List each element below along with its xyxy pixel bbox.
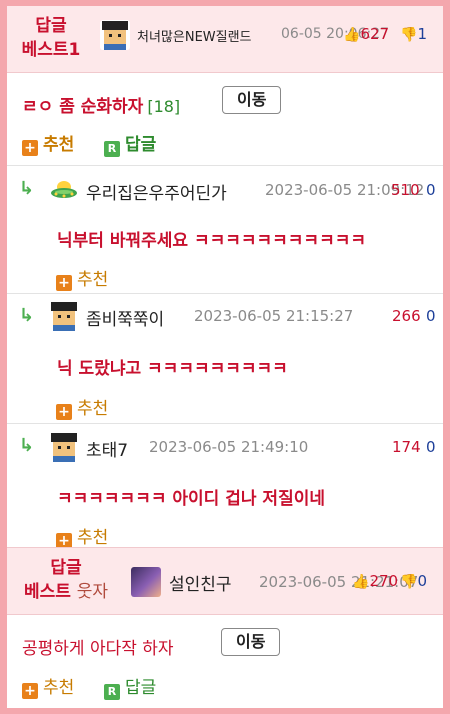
upvote-count[interactable]: 510 — [391, 181, 420, 199]
reply-arrow-icon: ↳ — [19, 435, 35, 456]
upvote-count[interactable]: 266 — [392, 307, 421, 325]
plus-icon: + — [56, 275, 72, 291]
best-comment-header: 답글 베스트1 처녀많은NEW질랜드 06-05 20:06:27 👍627 👎… — [7, 6, 443, 73]
reply-label: 답글 — [125, 135, 157, 155]
best-label-line1: 답글 — [35, 16, 67, 36]
reply-comment: ↳ 우리집은우주어딘가 2023-06-05 21:09:12 510 0 닉부… — [7, 165, 443, 293]
comment-title-text: ㄹㅇ 좀 순화하자 — [22, 97, 144, 117]
best-reply-badge: 답글 베스트1 — [13, 14, 89, 62]
comment-text: ㅋㅋㅋㅋㅋㅋㅋ 아이디 겁나 저질이네 — [57, 489, 325, 509]
comment-panel: 답글 베스트1 처녀많은NEW질랜드 06-05 20:06:27 👍627 👎… — [7, 6, 443, 708]
reply-count: [18] — [147, 97, 181, 116]
thumb-up-icon: 👍 — [343, 27, 361, 43]
best-label-line2: 베스트1 — [21, 40, 81, 60]
upvote-button[interactable]: 👍270 — [352, 572, 398, 590]
downvote-count: 1 — [417, 25, 427, 43]
best-label-line2: 베스트 — [23, 582, 71, 602]
plus-icon: + — [22, 140, 38, 156]
comment-title[interactable]: 공평하게 아다작 하자 — [22, 634, 174, 659]
move-button[interactable]: 이동 — [221, 628, 281, 656]
thumb-down-icon: 👎 — [400, 27, 418, 43]
downvote-button[interactable]: 👎1 — [400, 25, 427, 43]
recommend-button[interactable]: + 추천 — [56, 394, 108, 420]
best-label-line1: 답글 — [50, 558, 82, 578]
comment-title[interactable]: ㄹㅇ 좀 순화하자 [18] — [22, 92, 180, 117]
move-button[interactable]: 이동 — [222, 86, 282, 114]
category-label: 웃자 — [76, 582, 109, 602]
author-nickname[interactable]: 우리집은우주어딘가 — [86, 179, 227, 204]
plus-icon: + — [22, 683, 38, 699]
recommend-button[interactable]: + 추천 — [22, 673, 74, 699]
reply-button[interactable]: R 답글 — [104, 130, 156, 157]
comment-date: 2023-06-05 21:15:27 — [194, 307, 354, 325]
comment-text: 닉부터 바꿔주세요 ㅋㅋㅋㅋㅋㅋㅋㅋㅋㅋㅋ — [57, 231, 366, 251]
recommend-label: 추천 — [77, 270, 109, 290]
upvote-button[interactable]: 👍627 — [343, 25, 389, 43]
author-nickname[interactable]: 초태7 — [86, 436, 128, 461]
best-comment-title-row: ㄹㅇ 좀 순화하자 [18] 이동 — [7, 80, 443, 134]
recommend-label: 추천 — [43, 678, 75, 698]
downvote-count[interactable]: 0 — [426, 307, 436, 325]
reply-label: 답글 — [125, 678, 157, 698]
thumb-up-icon: 👍 — [352, 574, 370, 590]
reply-comment: ↳ 좀비쭉쭉이 2023-06-05 21:15:27 266 0 닉 도랐냐고… — [7, 293, 443, 423]
downvote-count[interactable]: 0 — [426, 181, 436, 199]
upvote-count: 627 — [360, 25, 390, 43]
author-nickname[interactable]: 처녀많은NEW질랜드 — [137, 26, 252, 45]
thumb-down-icon: 👎 — [400, 574, 418, 590]
reply-button[interactable]: R 답글 — [104, 673, 156, 700]
avatar[interactable] — [49, 432, 79, 462]
best-reply-badge: 답글 베스트 웃자 — [11, 556, 121, 604]
recommend-label: 추천 — [77, 528, 109, 548]
reply-arrow-icon: ↳ — [19, 305, 35, 326]
recommend-button[interactable]: + 추천 — [56, 265, 108, 291]
reply-badge-icon: R — [104, 141, 120, 157]
author-nickname[interactable]: 좀비쭉쭉이 — [86, 305, 164, 330]
upvote-count[interactable]: 174 — [392, 438, 421, 456]
author-nickname[interactable]: 설인친구 — [169, 570, 232, 595]
plus-icon: + — [56, 404, 72, 420]
avatar[interactable] — [100, 20, 130, 50]
avatar[interactable] — [131, 567, 161, 597]
reply-badge-icon: R — [104, 684, 120, 700]
reply-arrow-icon: ↳ — [19, 178, 35, 199]
recommend-label: 추천 — [77, 399, 109, 419]
ufo-icon[interactable] — [49, 176, 79, 206]
recommend-button[interactable]: + 추천 — [56, 523, 108, 549]
downvote-count: 0 — [417, 572, 427, 590]
avatar[interactable] — [49, 301, 79, 331]
best-comment-header: 답글 베스트 웃자 설인친구 2023-06-05 21:21:07 👍270 … — [7, 547, 443, 615]
comment-text: 닉 도랐냐고 ㅋㅋㅋㅋㅋㅋㅋㅋㅋ — [57, 359, 288, 379]
recommend-label: 추천 — [43, 135, 75, 155]
upvote-count: 270 — [369, 572, 399, 590]
reply-comment: ↳ 초태7 2023-06-05 21:49:10 174 0 ㅋㅋㅋㅋㅋㅋㅋ … — [7, 423, 443, 549]
downvote-button[interactable]: 👎0 — [400, 572, 427, 590]
best-comment-title-row: 공평하게 아다작 하자 이동 — [7, 616, 443, 670]
downvote-count[interactable]: 0 — [426, 438, 436, 456]
comment-date: 2023-06-05 21:49:10 — [149, 438, 309, 456]
recommend-button[interactable]: + 추천 — [22, 130, 74, 156]
